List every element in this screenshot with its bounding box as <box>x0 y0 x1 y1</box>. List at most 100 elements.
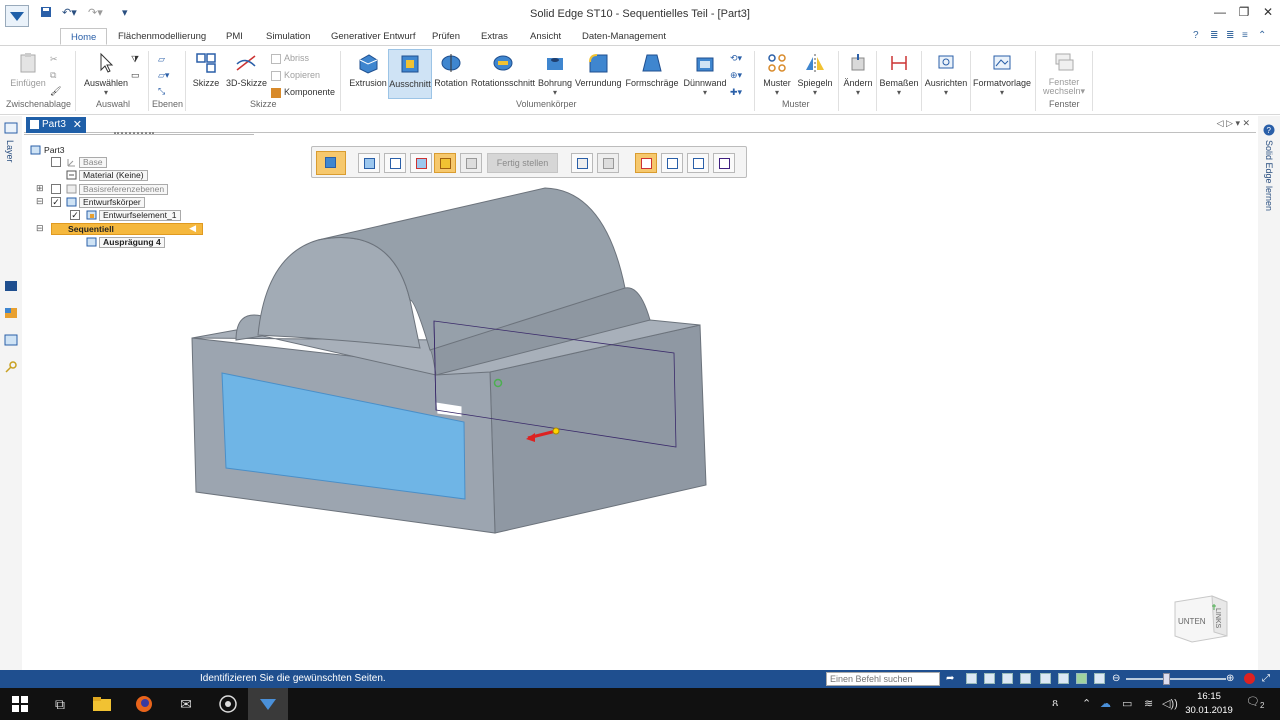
collapse-entwurfskoerper-icon[interactable]: ⊟ <box>36 196 44 207</box>
skizze-button[interactable]: Skizze <box>191 52 221 88</box>
task-view-icon[interactable]: ⧉ <box>40 688 80 720</box>
notification-icon[interactable]: 🗨2 <box>1246 695 1264 710</box>
people-icon[interactable]: ጸ <box>1052 697 1058 710</box>
basisref-checkbox[interactable] <box>51 184 61 194</box>
select-box-icon[interactable]: ▭ <box>131 70 140 81</box>
tray-chevron-icon[interactable]: ⌃ <box>1082 697 1091 710</box>
bemassen-button[interactable]: Bemaßen ▾ <box>879 52 919 97</box>
clock[interactable]: 16:15 30.01.2019 <box>1180 690 1238 718</box>
extent-through-icon[interactable] <box>661 153 683 173</box>
tree-item-basisreferenzebenen[interactable]: Basisreferenzebenen <box>79 184 169 195</box>
tab-pruefen[interactable]: Prüfen <box>432 31 460 42</box>
ausrichten-button[interactable]: Ausrichten ▾ <box>924 52 968 97</box>
zoom-area-icon[interactable] <box>984 673 995 684</box>
tree-item-base[interactable]: Base <box>79 157 107 168</box>
plane-normal-icon[interactable]: ⤡ <box>158 86 165 97</box>
tree-item-entwurfskoerper[interactable]: Entwurfskörper <box>79 197 145 208</box>
tab-daten-management[interactable]: Daten-Management <box>582 31 666 42</box>
select-filter-icon[interactable]: ⧩ <box>131 54 139 65</box>
wifi-icon[interactable]: ≋ <box>1144 697 1153 710</box>
bohrung-button[interactable]: Bohrung ▾ <box>538 52 572 97</box>
expand-basisref-icon[interactable]: ⊞ <box>36 183 44 194</box>
fertig-stellen-button[interactable]: Fertig stellen <box>487 153 558 173</box>
zoom-in-icon[interactable]: ⊕ <box>1226 673 1237 684</box>
zoom-slider-thumb[interactable] <box>1163 673 1170 685</box>
options-icon-1[interactable] <box>571 153 593 173</box>
plane-step-icon[interactable] <box>384 153 406 173</box>
battery-icon[interactable]: ▭ <box>1122 697 1132 710</box>
learn-tab[interactable]: Solid Edge lernen <box>1264 140 1274 211</box>
close-button[interactable]: ✕ <box>1255 5 1280 19</box>
minimize-button[interactable]: — <box>1207 5 1233 19</box>
side-step-icon[interactable] <box>434 153 456 173</box>
sketch-step-icon[interactable] <box>358 153 380 173</box>
shading-icon[interactable] <box>1076 673 1087 684</box>
tab-pmi[interactable]: PMI <box>226 31 243 42</box>
help-circle-icon[interactable]: ? <box>1262 124 1276 136</box>
close-tab-icon[interactable]: ✕ <box>73 118 82 131</box>
onedrive-icon[interactable]: ☁ <box>1100 697 1111 710</box>
extent-step-icon[interactable] <box>460 153 482 173</box>
pathfinder-icon[interactable] <box>4 280 18 292</box>
record-icon[interactable] <box>1244 673 1255 684</box>
entwurfselement-checkbox[interactable]: ✓ <box>70 210 80 220</box>
collapse-ribbon-icon[interactable]: ⌃ <box>1258 30 1266 41</box>
color-palette-icon[interactable] <box>4 307 18 319</box>
duennwand-button[interactable]: Dünnwand ▾ <box>682 52 728 97</box>
tree-item-material[interactable]: Material (Keine) <box>79 170 148 181</box>
tab-generativer-entwurf[interactable]: Generativer Entwurf <box>331 31 415 42</box>
command-search-input[interactable] <box>826 672 940 686</box>
view-fit-icon[interactable] <box>966 673 977 684</box>
profile-step-icon[interactable] <box>410 153 432 173</box>
web-network-icon[interactable]: ✚▾ <box>730 87 742 98</box>
einfuegen-button[interactable]: Einfügen <box>8 52 48 88</box>
firefox-icon[interactable] <box>124 688 164 720</box>
mail-icon[interactable]: ✉ <box>166 688 206 720</box>
restore-button[interactable]: ❐ <box>1231 5 1257 19</box>
extent-next-icon[interactable] <box>687 153 709 173</box>
base-checkbox[interactable] <box>51 157 61 167</box>
fenster-wechseln-button[interactable]: Fenster wechseln▾ <box>1040 52 1088 96</box>
layer-tab[interactable]: Layer <box>5 140 15 163</box>
layer-icon[interactable] <box>4 122 18 134</box>
file-explorer-icon[interactable] <box>82 688 122 720</box>
rotate-icon[interactable] <box>1040 673 1051 684</box>
ausschnitt-button[interactable]: Ausschnitt <box>388 49 432 99</box>
plane-angle-icon[interactable]: ▱▾ <box>158 70 169 81</box>
more-features-icon[interactable]: ⟲▾ <box>730 53 742 64</box>
options-icon-2[interactable] <box>597 153 619 173</box>
auswaehlen-button[interactable]: Auswählen ▾ <box>83 52 129 97</box>
verrundung-button[interactable]: Verrundung <box>575 52 622 88</box>
options-icon[interactable]: ≣ <box>1210 30 1218 41</box>
key-icon[interactable] <box>4 361 18 373</box>
formschraege-button[interactable]: Formschräge <box>624 52 680 88</box>
rotationsschnitt-button[interactable]: Rotationsschnitt <box>470 52 536 88</box>
extrusion-button[interactable]: Extrusion <box>349 52 387 88</box>
view-cube[interactable]: UNTEN LINKS <box>1172 594 1230 644</box>
expand-status-icon[interactable]: ⤢ <box>1262 673 1273 684</box>
tab-extras[interactable]: Extras <box>481 31 508 42</box>
tree-item-entwurfselement[interactable]: Entwurfselement_1 <box>99 210 181 221</box>
help-icon[interactable]: ? <box>1193 30 1199 41</box>
aendern-button[interactable]: Ändern ▾ <box>842 52 874 97</box>
komponente-button[interactable]: Komponente <box>271 87 335 98</box>
muster-button[interactable]: Muster ▾ <box>760 52 794 97</box>
tab-home[interactable]: Home <box>60 28 108 45</box>
rollback-arrow-icon[interactable]: ◀ <box>189 223 196 234</box>
volume-icon[interactable]: ◁)) <box>1162 697 1178 710</box>
entwurfskoerper-checkbox[interactable]: ✓ <box>51 197 61 207</box>
tab-part3[interactable]: Part3 ✕ <box>26 117 86 133</box>
rib-icon[interactable]: ⊕▾ <box>730 70 742 81</box>
formatvorlage-button[interactable]: Formatvorlage ▾ <box>972 52 1032 97</box>
start-windows-icon[interactable] <box>0 688 40 720</box>
zoom-out-icon[interactable]: ⊖ <box>1112 673 1123 684</box>
tab-navigation-controls[interactable]: ◁ ▷ ▾ ✕ <box>1217 118 1250 129</box>
cut-icon[interactable]: ✂ <box>50 54 58 65</box>
window-options-icon[interactable]: ≡ <box>1242 30 1248 41</box>
abriss-button[interactable]: Abriss <box>271 53 309 64</box>
copy-icon[interactable]: ⧉ <box>50 70 56 81</box>
display-icon[interactable] <box>1094 673 1105 684</box>
tab-ansicht[interactable]: Ansicht <box>530 31 561 42</box>
obs-icon[interactable] <box>208 688 248 720</box>
collapse-sequentiell-icon[interactable]: ⊟ <box>36 223 44 234</box>
